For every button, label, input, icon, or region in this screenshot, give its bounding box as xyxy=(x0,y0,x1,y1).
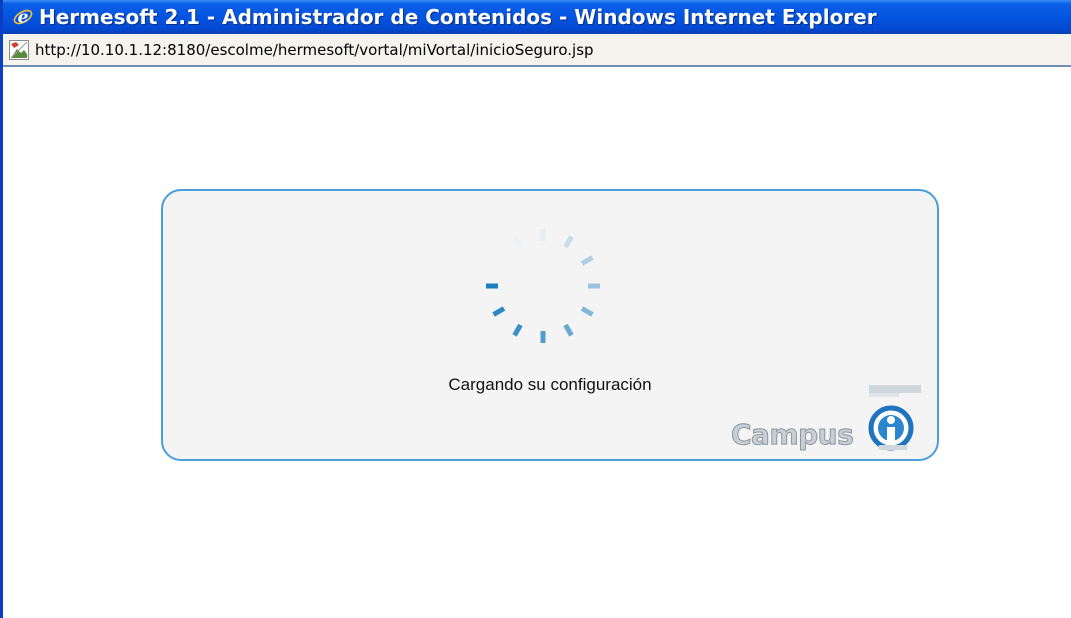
broken-image-icon xyxy=(9,39,29,60)
spinner-icon xyxy=(486,229,600,343)
ie-icon: e xyxy=(13,7,33,27)
page-content: Cargando su configuración Campus xyxy=(3,67,1071,618)
logo-text: Campus xyxy=(731,418,853,451)
svg-text:e: e xyxy=(18,8,29,28)
campus-logo-icon: Campus xyxy=(731,385,921,452)
title-bar[interactable]: e Hermesoft 2.1 - Administrador de Conte… xyxy=(3,0,1071,34)
browser-window: e Hermesoft 2.1 - Administrador de Conte… xyxy=(0,0,1071,618)
loading-panel: Cargando su configuración Campus xyxy=(161,189,939,461)
address-bar[interactable]: http://10.10.1.12:8180/escolme/hermesoft… xyxy=(3,34,1071,67)
window-title: Hermesoft 2.1 - Administrador de Conteni… xyxy=(39,5,877,29)
url-text: http://10.10.1.12:8180/escolme/hermesoft… xyxy=(35,40,594,59)
